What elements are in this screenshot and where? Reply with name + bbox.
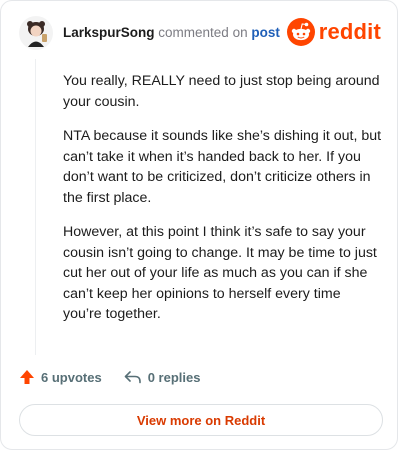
comment-actions: 6 upvotes 0 replies <box>19 369 222 385</box>
comment-verb: commented on <box>158 25 248 40</box>
comment-embed-card: LarkspurSong commented on post reddit Yo… <box>0 0 398 450</box>
view-more-button[interactable]: View more on Reddit <box>19 404 383 436</box>
reddit-wordmark: reddit <box>318 19 381 44</box>
avatar[interactable] <box>19 16 53 50</box>
comment-header: LarkspurSong commented on post reddit <box>19 15 381 51</box>
comment-paragraph: NTA because it sounds like she’s dishing… <box>63 128 382 206</box>
comment-paragraph: However, at this point I think it’s safe… <box>63 224 377 322</box>
post-link[interactable]: post <box>251 25 280 40</box>
username-link[interactable]: LarkspurSong <box>63 25 155 40</box>
reddit-logo[interactable]: reddit <box>286 18 381 46</box>
upvote-arrow-icon <box>20 370 34 384</box>
comment-paragraph: You really, REALLY need to just stop bei… <box>63 73 380 110</box>
comment-body: You really, REALLY need to just stop bei… <box>63 71 383 339</box>
reddit-snoo-icon <box>286 18 315 46</box>
comment-meta: LarkspurSong commented on post <box>63 24 280 42</box>
reply-button[interactable]: 0 replies <box>124 369 201 385</box>
upvote-count: 6 upvotes <box>41 369 102 385</box>
upvote-button[interactable]: 6 upvotes <box>19 369 102 385</box>
thread-line <box>35 59 36 355</box>
reply-count: 0 replies <box>147 369 201 385</box>
reply-arrow-icon <box>124 371 141 384</box>
